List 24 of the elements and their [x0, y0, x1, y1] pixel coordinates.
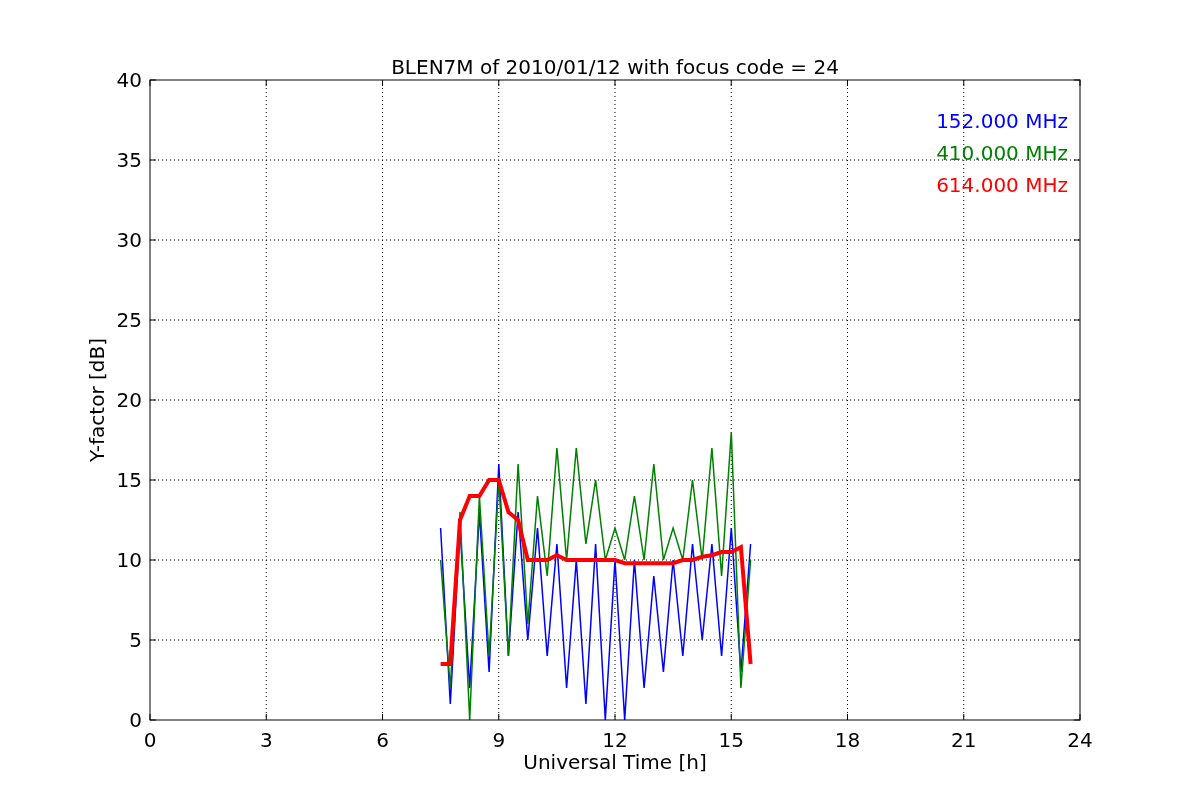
y-tick-label: 5 [129, 628, 142, 652]
y-tick-label: 30 [116, 228, 142, 252]
x-axis-label: Universal Time [h] [523, 750, 707, 774]
y-tick-label: 15 [116, 468, 142, 492]
y-tick-label: 20 [116, 388, 142, 412]
x-tick-label: 24 [1067, 728, 1093, 752]
y-axis-label: Y-factor [dB] [85, 338, 109, 462]
x-tick-label: 9 [492, 728, 506, 752]
x-tick-label: 12 [602, 728, 628, 752]
y-tick-label: 0 [129, 708, 142, 732]
x-tick-label: 15 [718, 728, 744, 752]
x-tick-label: 6 [376, 728, 389, 752]
x-tick-label: 3 [259, 728, 273, 752]
y-tick-label: 35 [116, 148, 142, 172]
legend-label: 152.000 MHz [936, 109, 1068, 133]
chart-title: BLEN7M of 2010/01/12 with focus code = 24 [391, 55, 839, 79]
legend-label: 614.000 MHz [936, 173, 1068, 197]
x-tick-label: 0 [143, 728, 157, 752]
y-tick-label: 40 [116, 68, 142, 92]
x-tick-label: 21 [951, 728, 977, 752]
legend-label: 410.000 MHz [936, 141, 1068, 165]
x-tick-label: 18 [834, 728, 861, 752]
y-tick-label: 10 [116, 548, 142, 572]
y-tick-label: 25 [116, 308, 142, 332]
